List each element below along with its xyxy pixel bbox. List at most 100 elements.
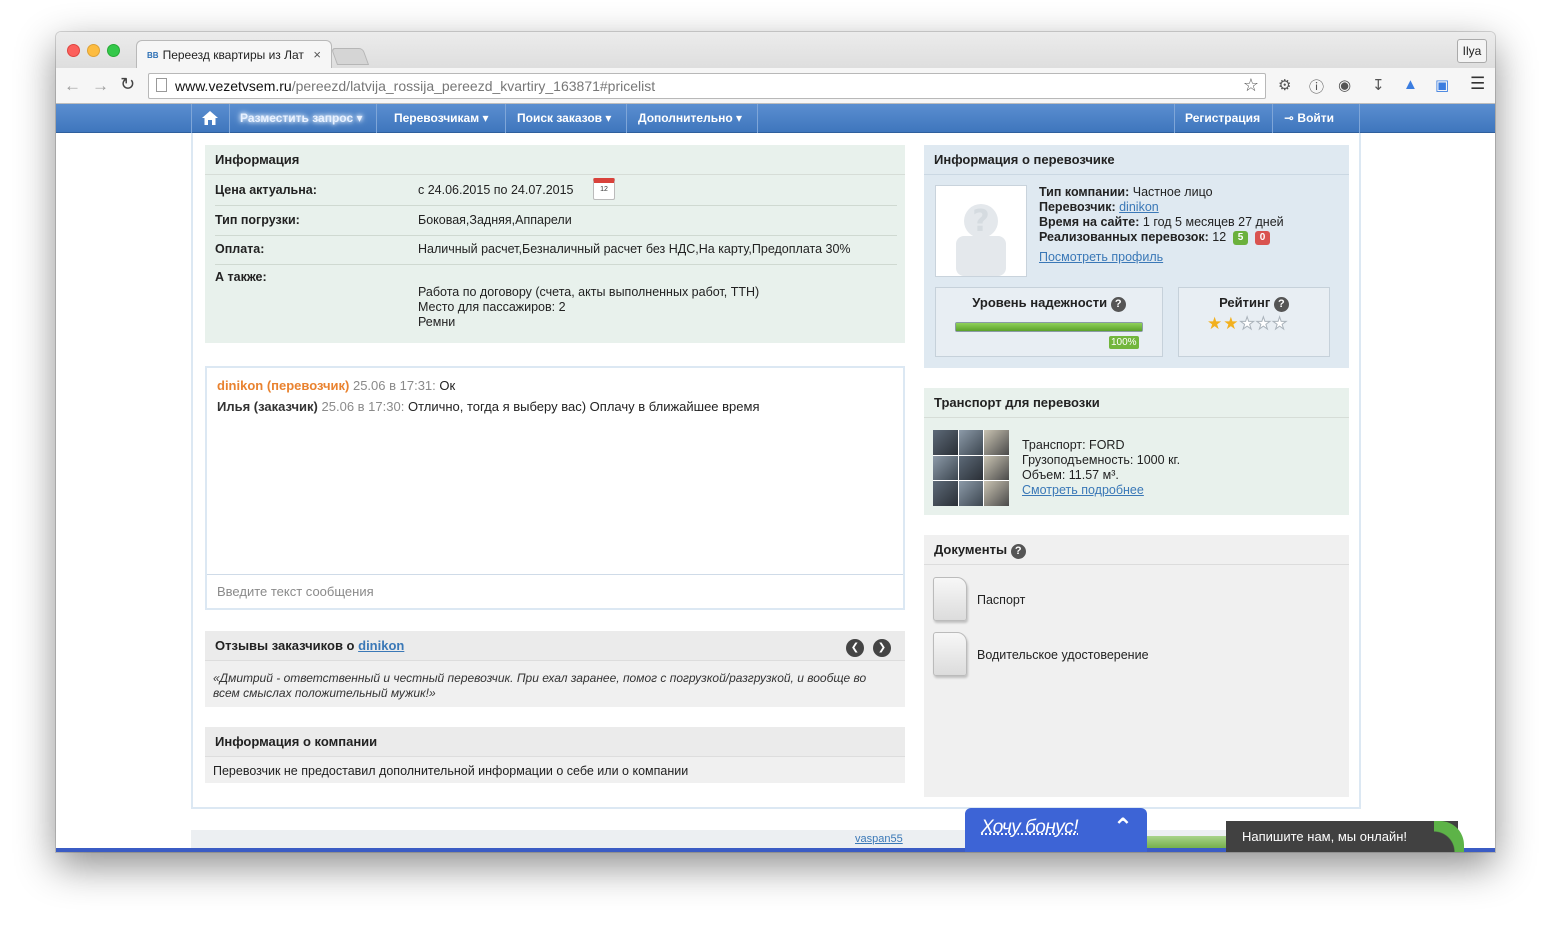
- browser-window: ВВ Переезд квартиры из Лат × Ilya ← → ↻ w…: [56, 32, 1495, 852]
- home-button[interactable]: [191, 104, 230, 133]
- chat-text: Отлично, тогда я выберу вас) Оплачу в бл…: [407, 399, 760, 414]
- star-empty-icon: ★: [1271, 314, 1289, 334]
- company-title: Информация о компании: [205, 727, 905, 757]
- browser-tab[interactable]: ВВ Переезд квартиры из Лат ×: [136, 40, 332, 69]
- vehicle-photo: [958, 430, 984, 455]
- help-icon[interactable]: ?: [1273, 297, 1289, 312]
- profile-button[interactable]: Ilya: [1457, 39, 1487, 63]
- info-row-payment: Оплата: Наличный расчет,Безналичный расч…: [215, 242, 897, 265]
- chat-panel: dinikon (перевозчик) 25.06 в 17:31: Ок И…: [205, 366, 905, 610]
- review-quote: «Дмитрий - ответственный и честный перев…: [213, 671, 867, 700]
- bonus-widget[interactable]: Хочу бонус! ⌃: [965, 808, 1147, 852]
- content-container: Информация Цена актуальна: с 24.06.2015 …: [191, 133, 1361, 809]
- info-value: с 24.06.2015 по 24.07.2015: [418, 183, 574, 197]
- reliability-title-text: Уровень надежности: [972, 295, 1108, 310]
- dropdown-arrow-icon: ▾: [356, 111, 363, 125]
- vehicle-photo: [933, 481, 958, 506]
- login-link[interactable]: ⊸ Войти: [1274, 104, 1360, 133]
- time-on-site-label: Время на сайте:: [1039, 215, 1140, 229]
- carriers-label: Перевозчикам: [394, 111, 480, 125]
- document-icon[interactable]: [933, 577, 967, 621]
- extension-adblock-icon[interactable]: ⚙: [1278, 76, 1291, 94]
- positive-reviews-badge[interactable]: 5: [1232, 231, 1249, 245]
- carrier-name-link[interactable]: dinikon: [1119, 200, 1159, 214]
- home-icon: [202, 111, 218, 125]
- carriers-menu[interactable]: Перевозчикам ▾: [384, 104, 506, 133]
- previous-review-button[interactable]: ❮: [846, 639, 864, 657]
- online-chat-label: Напишите нам, мы онлайн!: [1242, 829, 1408, 844]
- vehicle-photo: [958, 455, 984, 481]
- extension-download-icon[interactable]: ↧: [1372, 76, 1385, 94]
- footer-user-link[interactable]: vaspan55: [855, 833, 903, 845]
- completed-shipments: Реализованных перевозок: 12 5 0: [1039, 230, 1271, 245]
- window-maximize-button[interactable]: [107, 44, 120, 57]
- transport-panel: Транспорт для перевозки Транспорт: FORD …: [924, 388, 1349, 515]
- bonus-label: Хочу бонус!: [981, 817, 1079, 838]
- info-label: Цена актуальна:: [215, 183, 317, 197]
- time-on-site-value: 1 год 5 месяцев 27 дней: [1142, 215, 1284, 229]
- window-close-button[interactable]: [67, 44, 80, 57]
- register-link[interactable]: Регистрация: [1174, 104, 1273, 133]
- window-minimize-button[interactable]: [87, 44, 100, 57]
- reliability-title: Уровень надежности ?: [936, 295, 1162, 312]
- post-request-menu[interactable]: Разместить запрос ▾: [230, 104, 377, 133]
- avatar[interactable]: ?: [935, 185, 1027, 277]
- document-icon[interactable]: [933, 632, 967, 676]
- star-filled-icon: ★: [1223, 314, 1240, 333]
- key-icon: ⊸: [1284, 111, 1295, 125]
- view-profile-link[interactable]: Посмотреть профиль: [1039, 250, 1163, 264]
- page-icon: [156, 78, 167, 92]
- address-bar[interactable]: www.vezetvsem.ru/pereezd/latvija_rossija…: [148, 73, 1266, 99]
- negative-reviews-badge[interactable]: 0: [1254, 231, 1271, 245]
- vehicle-photo: [984, 481, 1009, 506]
- tab-close-icon[interactable]: ×: [313, 47, 321, 62]
- calendar-icon[interactable]: 12: [593, 178, 615, 200]
- next-review-button[interactable]: ❯: [873, 639, 891, 657]
- chat-author[interactable]: dinikon (перевозчик): [217, 378, 349, 393]
- info-extra-item: Место для пассажиров: 2: [418, 300, 566, 314]
- documents-title-text: Документы: [934, 542, 1008, 557]
- vehicle-photo: [984, 430, 1009, 455]
- vehicle-photos[interactable]: [933, 430, 1009, 506]
- documents-title: Документы ?: [924, 535, 1349, 565]
- bookmark-star-icon[interactable]: ☆: [1243, 75, 1259, 96]
- extension-circle-icon[interactable]: ◉: [1338, 76, 1351, 94]
- more-menu[interactable]: Дополнительно ▾: [628, 104, 758, 133]
- new-tab-button[interactable]: [330, 48, 370, 65]
- site-navigation: Разместить запрос ▾ Перевозчикам ▾ Поиск…: [56, 104, 1495, 133]
- star-empty-icon: ★: [1239, 314, 1256, 334]
- help-icon[interactable]: ?: [1010, 544, 1026, 559]
- completed-shipments-value: 12: [1212, 230, 1227, 244]
- back-arrow-icon[interactable]: ←: [64, 76, 81, 96]
- vehicle-photo: [933, 455, 958, 481]
- leaf-icon: [1434, 821, 1464, 852]
- online-chat-widget[interactable]: Напишите нам, мы онлайн!: [1226, 821, 1464, 852]
- tab-title: Переезд квартиры из Лат: [162, 48, 304, 62]
- search-orders-menu[interactable]: Поиск заказов ▾: [507, 104, 627, 133]
- dropdown-arrow-icon: ▾: [482, 111, 489, 125]
- browser-toolbar: ← → ↻ www.vezetvsem.ru/pereezd/latvija_r…: [56, 68, 1495, 104]
- documents-panel: Документы ? Паспорт Водительское удостов…: [924, 535, 1349, 797]
- company-panel: Информация о компании Перевозчик не пред…: [205, 727, 905, 783]
- extension-screenshot-icon[interactable]: ▣: [1435, 76, 1449, 94]
- info-label: Оплата:: [215, 242, 265, 256]
- forward-arrow-icon[interactable]: →: [92, 76, 109, 96]
- reload-icon[interactable]: ↻: [120, 74, 135, 95]
- message-input[interactable]: Введите текст сообщения: [207, 574, 903, 608]
- help-icon[interactable]: ?: [1110, 297, 1126, 312]
- login-label: Войти: [1297, 111, 1335, 125]
- vehicle-volume: Объем: 11.57 м³.: [1022, 468, 1119, 482]
- vehicle-model: Транспорт: FORD: [1022, 438, 1125, 452]
- vehicle-details-link[interactable]: Смотреть подробнее: [1022, 483, 1144, 497]
- info-value: Наличный расчет,Безналичный расчет без Н…: [418, 242, 851, 256]
- chat-time: 25.06 в 17:30:: [321, 399, 405, 414]
- extension-info-icon[interactable]: ⓘ: [1309, 76, 1324, 97]
- menu-icon[interactable]: ☰: [1470, 74, 1485, 94]
- reviews-carrier-link[interactable]: dinikon: [358, 638, 404, 653]
- extension-translate-icon[interactable]: ▲: [1403, 76, 1418, 93]
- info-extra-item: Работа по договору (счета, акты выполнен…: [418, 285, 760, 299]
- chat-message: dinikon (перевозчик) 25.06 в 17:31: Ок: [217, 378, 455, 393]
- dropdown-arrow-icon: ▾: [736, 111, 743, 125]
- info-row-loading: Тип погрузки: Боковая,Задняя,Аппарели: [215, 213, 897, 236]
- search-orders-label: Поиск заказов: [517, 111, 603, 125]
